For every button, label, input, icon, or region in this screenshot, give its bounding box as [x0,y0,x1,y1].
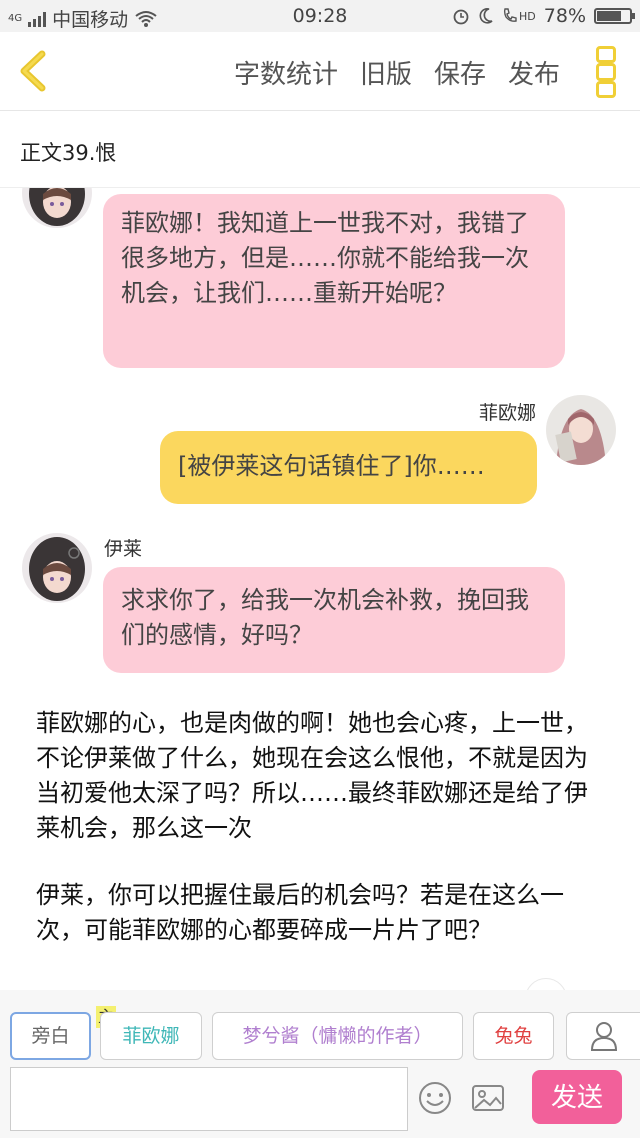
message-input[interactable] [10,1067,408,1131]
message-bubble[interactable]: 求求你了，给我一次机会补救，挽回我们的感情，好吗？ [103,567,565,673]
message-bubble[interactable]: 菲欧娜！我知道上一世我不对，我错了很多地方，但是……你就不能给我一次机会，让我们… [103,194,565,368]
speaker-name: 伊莱 [104,538,143,560]
narration-paragraph[interactable]: 伊莱，你可以把握住最后的机会吗？若是在这么一次，可能菲欧娜的心都要碎成一片片了吧… [36,878,611,948]
top-toolbar: 字数统计 旧版 保存 发布 [0,32,640,111]
status-right: HD 78% [452,5,635,27]
send-button[interactable]: 发送 [532,1070,622,1124]
message-bubble[interactable]: [被伊莱这句话镇住了]你…… [160,431,537,504]
toolbar-actions: 字数统计 旧版 保存 发布 [234,54,560,91]
chapter-title[interactable]: 正文39.恨 [20,137,116,167]
emoji-icon[interactable] [417,1080,453,1116]
input-bar: 发送 [0,1067,640,1138]
more-menu-icon[interactable] [596,46,616,98]
word-count-button[interactable]: 字数统计 [234,54,338,91]
floating-circle[interactable] [525,978,567,990]
image-icon[interactable] [470,1080,506,1116]
avatar-feiouna[interactable] [546,395,616,465]
role-author[interactable]: 梦兮酱（慵懒的作者） [212,1012,463,1060]
avatar-yilai[interactable] [22,188,92,228]
user-icon [590,1022,618,1051]
role-feiouna[interactable]: 菲欧娜 [100,1012,202,1060]
publish-button[interactable]: 发布 [508,54,560,91]
role-label: 菲欧娜 [122,1025,180,1047]
battery-icon [594,8,635,24]
battery-percent: 78% [543,5,586,27]
save-button[interactable]: 保存 [434,54,486,91]
add-role-button[interactable] [566,1012,640,1060]
chapter-title-bar: 正文39.恨 [0,111,640,188]
status-bar: 4G 中国移动 09:28 HD 78% [0,0,640,32]
hd-label: HD [519,9,536,23]
avatar-yilai[interactable] [22,533,92,603]
speaker-name: 菲欧娜 [478,402,536,424]
alarm-icon [453,9,469,25]
role-label: 梦兮酱（慵懒的作者） [242,1025,433,1047]
message-text: 求求你了，给我一次机会补救，挽回我们的感情，好吗？ [121,586,529,649]
narration-paragraph[interactable]: 菲欧娜的心，也是肉做的啊！她也会心疼，上一世，不论伊莱做了什么，她现在会这么恨他… [36,706,611,846]
message-text: [被伊莱这句话镇住了]你…… [178,452,485,480]
chat-area[interactable]: 菲欧娜！我知道上一世我不对，我错了很多地方，但是……你就不能给我一次机会，让我们… [0,188,640,990]
role-label: 兔兔 [494,1025,533,1047]
call-hd-icon: HD [502,7,536,25]
role-selector-bar: 旁白 主 菲欧娜 梦兮酱（慵懒的作者） 兔兔 [0,990,640,1070]
role-narrator[interactable]: 旁白 [10,1012,91,1060]
message-text: 菲欧娜！我知道上一世我不对，我错了很多地方，但是……你就不能给我一次机会，让我们… [121,209,529,307]
role-tutu[interactable]: 兔兔 [473,1012,554,1060]
moon-icon [479,8,493,24]
old-version-button[interactable]: 旧版 [360,54,412,91]
role-label: 旁白 [31,1025,70,1047]
back-chevron-icon[interactable] [14,50,54,92]
